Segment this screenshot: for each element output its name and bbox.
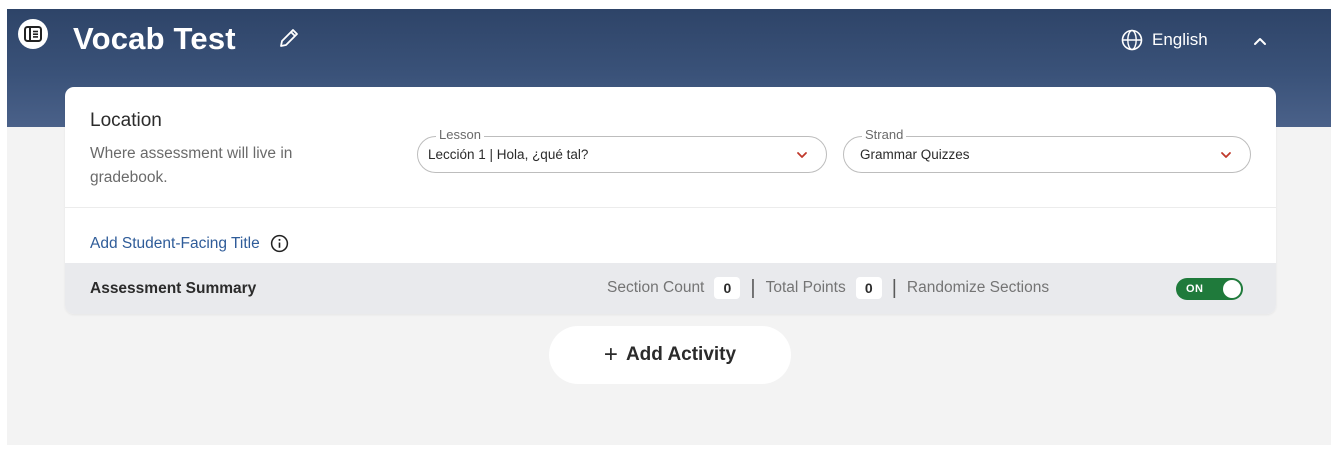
add-student-title-label: Add Student-Facing Title	[90, 234, 260, 252]
section-count-value: 0	[714, 277, 741, 299]
location-description: Where assessment will live in gradebook.	[90, 145, 293, 186]
assessment-summary-bar: Assessment Summary Section Count 0 | Tot…	[65, 263, 1276, 314]
summary-stats: Section Count 0 | Total Points 0 | Rando…	[607, 276, 1049, 300]
assessment-card: Location Where assessment will live in g…	[65, 87, 1276, 314]
globe-icon	[1121, 29, 1143, 51]
strand-select-label: Strand	[862, 127, 907, 143]
location-heading: Location	[90, 110, 162, 131]
total-points-label: Total Points	[765, 279, 846, 296]
summary-title: Assessment Summary	[90, 280, 257, 297]
lesson-select-label: Lesson	[436, 127, 484, 143]
chevron-down-icon	[797, 152, 807, 158]
add-activity-label: Add Activity	[625, 344, 737, 365]
divider: |	[891, 277, 897, 299]
add-student-title-link[interactable]: Add Student-Facing Title	[90, 234, 289, 253]
divider	[65, 207, 1276, 208]
randomize-sections-toggle[interactable]: ON	[1176, 278, 1243, 300]
sidebar-panel-icon	[24, 26, 42, 42]
toggle-knob	[1223, 280, 1241, 298]
randomize-sections-label: Randomize Sections	[906, 279, 1050, 296]
pencil-icon[interactable]	[277, 26, 301, 50]
chevron-up-icon[interactable]	[1250, 31, 1270, 51]
section-count-label: Section Count	[607, 279, 705, 296]
lesson-select-value: Lección 1 | Hola, ¿qué tal?	[428, 147, 589, 162]
plus-icon: +	[603, 341, 618, 368]
sidebar-toggle-button[interactable]	[18, 19, 48, 49]
strand-select[interactable]: Strand Grammar Quizzes	[843, 127, 1251, 173]
lesson-select[interactable]: Lesson Lección 1 | Hola, ¿qué tal?	[417, 127, 827, 173]
language-label: English	[1152, 30, 1208, 49]
add-activity-button[interactable]: + Add Activity	[549, 326, 791, 384]
info-icon[interactable]	[270, 234, 289, 253]
divider: |	[750, 277, 756, 299]
strand-select-value: Grammar Quizzes	[860, 147, 970, 162]
total-points-value: 0	[855, 277, 882, 299]
language-selector[interactable]: English	[1121, 29, 1208, 51]
toggle-state-label: ON	[1186, 283, 1204, 295]
page-title: Vocab Test	[73, 21, 236, 56]
app-frame: Vocab Test English Location Where assess…	[7, 9, 1331, 445]
chevron-down-icon	[1221, 152, 1231, 158]
